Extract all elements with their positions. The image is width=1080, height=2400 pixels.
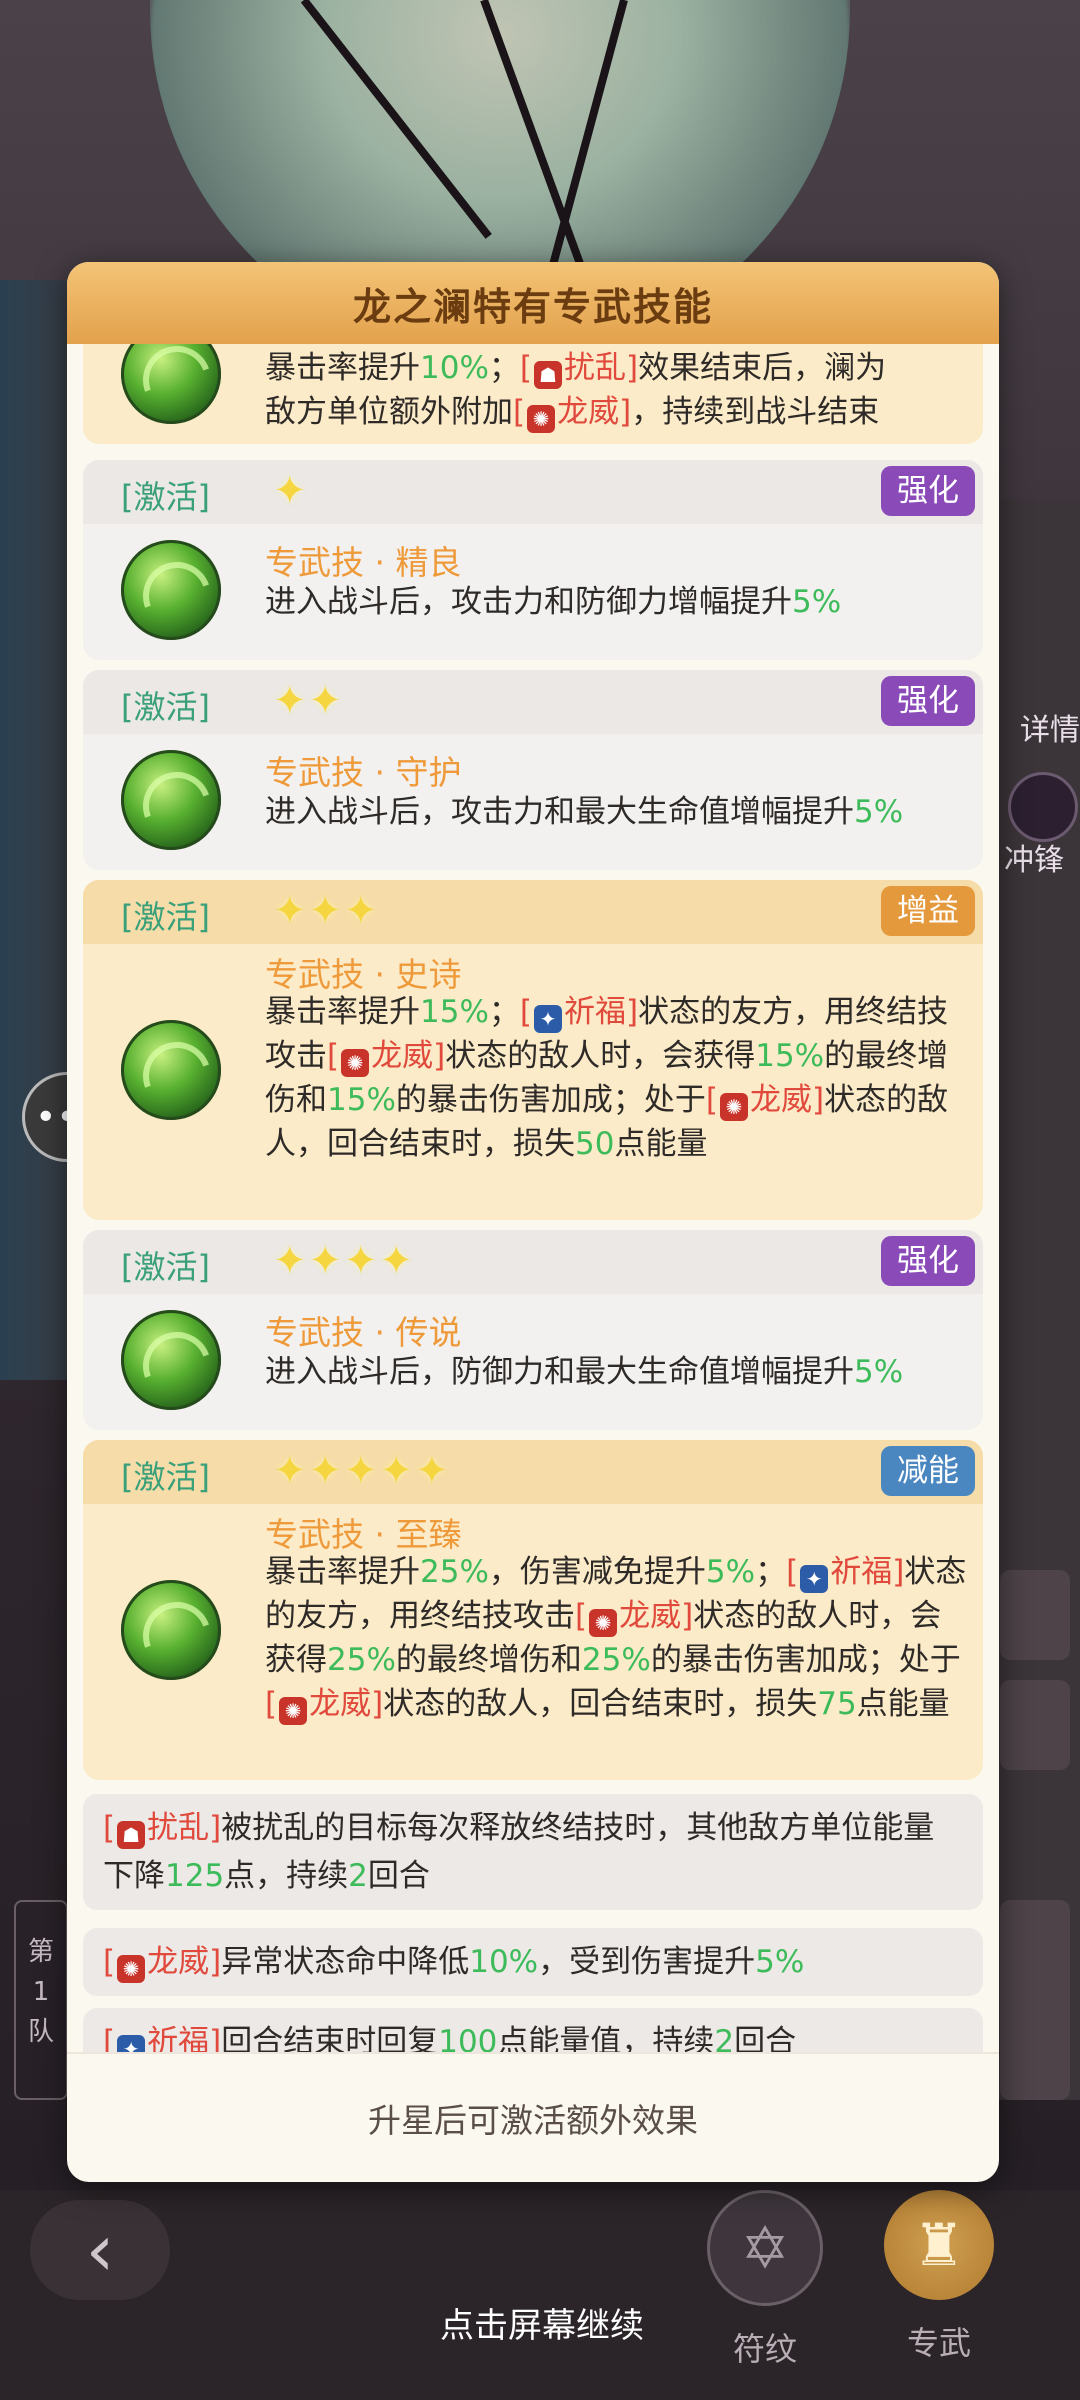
tag-badge: 强化 bbox=[881, 1236, 975, 1286]
modal-footer: 升星后可激活额外效果 bbox=[67, 2052, 999, 2182]
skill-icon bbox=[121, 540, 221, 640]
star-rating: ✦ bbox=[273, 468, 309, 514]
blessing-icon: ✦ bbox=[534, 1005, 563, 1033]
skill-icon bbox=[121, 1020, 221, 1120]
hexagram-icon: ✡ bbox=[707, 2190, 823, 2306]
right-side-slot[interactable] bbox=[1000, 1900, 1070, 2100]
chevron-left-icon: ‹ bbox=[85, 2208, 115, 2292]
effect-blessing: [✦ 祈福]回合结束时回复100点能量值，持续2回合 bbox=[83, 2008, 983, 2054]
team-label-line2: 1 bbox=[32, 1977, 50, 2007]
modal-title: 龙之澜特有专武技能 bbox=[352, 284, 713, 329]
activate-label: [激活] bbox=[121, 688, 210, 726]
dragon-might-icon: ✺ bbox=[279, 1697, 308, 1725]
skill-card-1star: [激活] ✦ 强化 专武技 · 精良 进入战斗后，攻击力和防御力增幅提升5% bbox=[83, 460, 983, 660]
skill-description: 进入战斗后，攻击力和防御力增幅提升5% bbox=[265, 584, 842, 620]
back-button[interactable]: ‹ bbox=[30, 2200, 170, 2300]
dragon-might-icon: ✺ bbox=[589, 1609, 618, 1637]
dragon-might-icon: ✺ bbox=[720, 1093, 749, 1121]
star-rating: ✦✦✦✦ bbox=[273, 1238, 416, 1284]
skill-card-4star: [激活] ✦✦✦✦ 强化 专武技 · 传说 进入战斗后，防御力和最大生命值增幅提… bbox=[83, 1230, 983, 1430]
skill-card-5star: [激活] ✦✦✦✦✦ 减能 专武技 · 至臻 暴击率提升25%，伤害减免提升5%… bbox=[83, 1440, 983, 1780]
dragon-might-icon: ✺ bbox=[117, 1955, 146, 1983]
skill-card-2star: [激活] ✦✦ 强化 专武技 · 守护 进入战斗后，攻击力和最大生命值增幅提升5… bbox=[83, 670, 983, 870]
tag-badge: 增益 bbox=[881, 886, 975, 936]
right-side-slot[interactable] bbox=[1000, 1570, 1070, 1660]
skill-card-3star: [激活] ✦✦✦ 增益 专武技 · 史诗 暴击率提升15%；[✦ 祈福]状态的友方… bbox=[83, 880, 983, 1220]
skill-icon bbox=[121, 1580, 221, 1680]
disrupt-icon: ☗ bbox=[117, 1821, 146, 1849]
weapon-icon: ♜ bbox=[884, 2190, 994, 2300]
tag-badge: 强化 bbox=[881, 466, 975, 516]
right-side-slot[interactable] bbox=[1000, 1680, 1070, 1770]
skill-description: 进入战斗后，攻击力和最大生命值增幅提升5% bbox=[265, 794, 904, 830]
skill-name: 专武技 · 至臻 bbox=[265, 1515, 462, 1554]
dragon-might-icon: ✺ bbox=[341, 1049, 370, 1077]
star-rating: ✦✦✦✦✦ bbox=[273, 1448, 451, 1494]
skill-icon bbox=[121, 750, 221, 850]
activate-label: [激活] bbox=[121, 478, 210, 516]
tag-badge: 强化 bbox=[881, 676, 975, 726]
team-label-line3: 队 bbox=[27, 2017, 54, 2047]
card-header: [激活] ✦✦✦ 增益 bbox=[83, 880, 983, 944]
activate-label: [激活] bbox=[121, 1248, 210, 1286]
skill-list-scroll[interactable]: 暴击率提升10%；[☗ 扰乱]效果结束后，澜为 敌方单位额外附加[✺ 龙威]，持续到… bbox=[67, 344, 999, 2054]
nav-runes[interactable]: ✡ 符纹 bbox=[700, 2190, 830, 2370]
skill-name: 专武技 · 史诗 bbox=[265, 955, 462, 994]
team-label-line1: 第 bbox=[27, 1937, 54, 1967]
skill-icon bbox=[121, 1310, 221, 1410]
skill-icon bbox=[121, 344, 221, 424]
modal-header: 龙之澜特有专武技能 bbox=[67, 262, 999, 344]
skill-description: 进入战斗后，防御力和最大生命值增幅提升5% bbox=[265, 1354, 904, 1390]
card-header: [激活] ✦✦✦✦ 强化 bbox=[83, 1230, 983, 1294]
team-indicator[interactable]: 第 1 队 bbox=[14, 1900, 68, 2100]
nav-weapon-label: 专武 bbox=[906, 2324, 971, 2362]
effect-disrupt: [☗ 扰乱]被扰乱的目标每次释放终结技时，其他敌方单位能量下降125点，持续2回合 bbox=[83, 1794, 983, 1910]
skill-name: 专武技 · 精良 bbox=[265, 543, 462, 582]
charge-label[interactable]: 冲锋 bbox=[1004, 835, 1064, 879]
skill-card-top: 暴击率提升10%；[☗ 扰乱]效果结束后，澜为 敌方单位额外附加[✺ 龙威]，持续到… bbox=[83, 344, 983, 444]
nav-runes-label: 符纹 bbox=[732, 2330, 797, 2368]
effect-dragon-might: [✺ 龙威]异常状态命中降低10%，受到伤害提升5% bbox=[83, 1928, 983, 1996]
nav-weapon[interactable]: ♜ 专武 bbox=[874, 2190, 1004, 2364]
charge-icon[interactable] bbox=[1008, 772, 1078, 842]
skill-name: 专武技 · 传说 bbox=[265, 1313, 462, 1352]
card-header: [激活] ✦✦ 强化 bbox=[83, 670, 983, 734]
skill-description: 暴击率提升15%；[✦ 祈福]状态的友方，用终结技攻击[✺ 龙威]状态的敌人时，会获… bbox=[265, 994, 949, 1162]
disrupt-icon: ☗ bbox=[534, 361, 563, 389]
activate-label: [激活] bbox=[121, 1458, 210, 1496]
skill-description: 暴击率提升10%；[☗ 扰乱]效果结束后，澜为 敌方单位额外附加[✺ 龙威]，持续到… bbox=[265, 350, 887, 433]
tap-to-continue[interactable]: 点击屏幕继续 bbox=[440, 2298, 644, 2347]
dragon-might-icon: ✺ bbox=[527, 405, 556, 433]
activate-label: [激活] bbox=[121, 898, 210, 936]
blessing-icon: ✦ bbox=[800, 1565, 829, 1593]
skill-description: 暴击率提升25%，伤害减免提升5%；[✦ 祈福]状态的友方，用终结技攻击[✺ 龙威]… bbox=[265, 1554, 967, 1725]
detail-label[interactable]: 详情 bbox=[1020, 705, 1080, 749]
card-header: [激活] ✦ 强化 bbox=[83, 460, 983, 524]
skill-name: 专武技 · 守护 bbox=[265, 753, 462, 792]
star-up-hint: 升星后可激活额外效果 bbox=[368, 2101, 698, 2140]
star-rating: ✦✦ bbox=[273, 678, 345, 724]
card-header: [激活] ✦✦✦✦✦ 减能 bbox=[83, 1440, 983, 1504]
weapon-skill-modal: 龙之澜特有专武技能 暴击率提升10%；[☗ 扰乱]效果结束后，澜为 敌方单位额外附… bbox=[67, 262, 999, 2182]
tag-badge: 减能 bbox=[881, 1446, 975, 1496]
star-rating: ✦✦✦ bbox=[273, 888, 380, 934]
